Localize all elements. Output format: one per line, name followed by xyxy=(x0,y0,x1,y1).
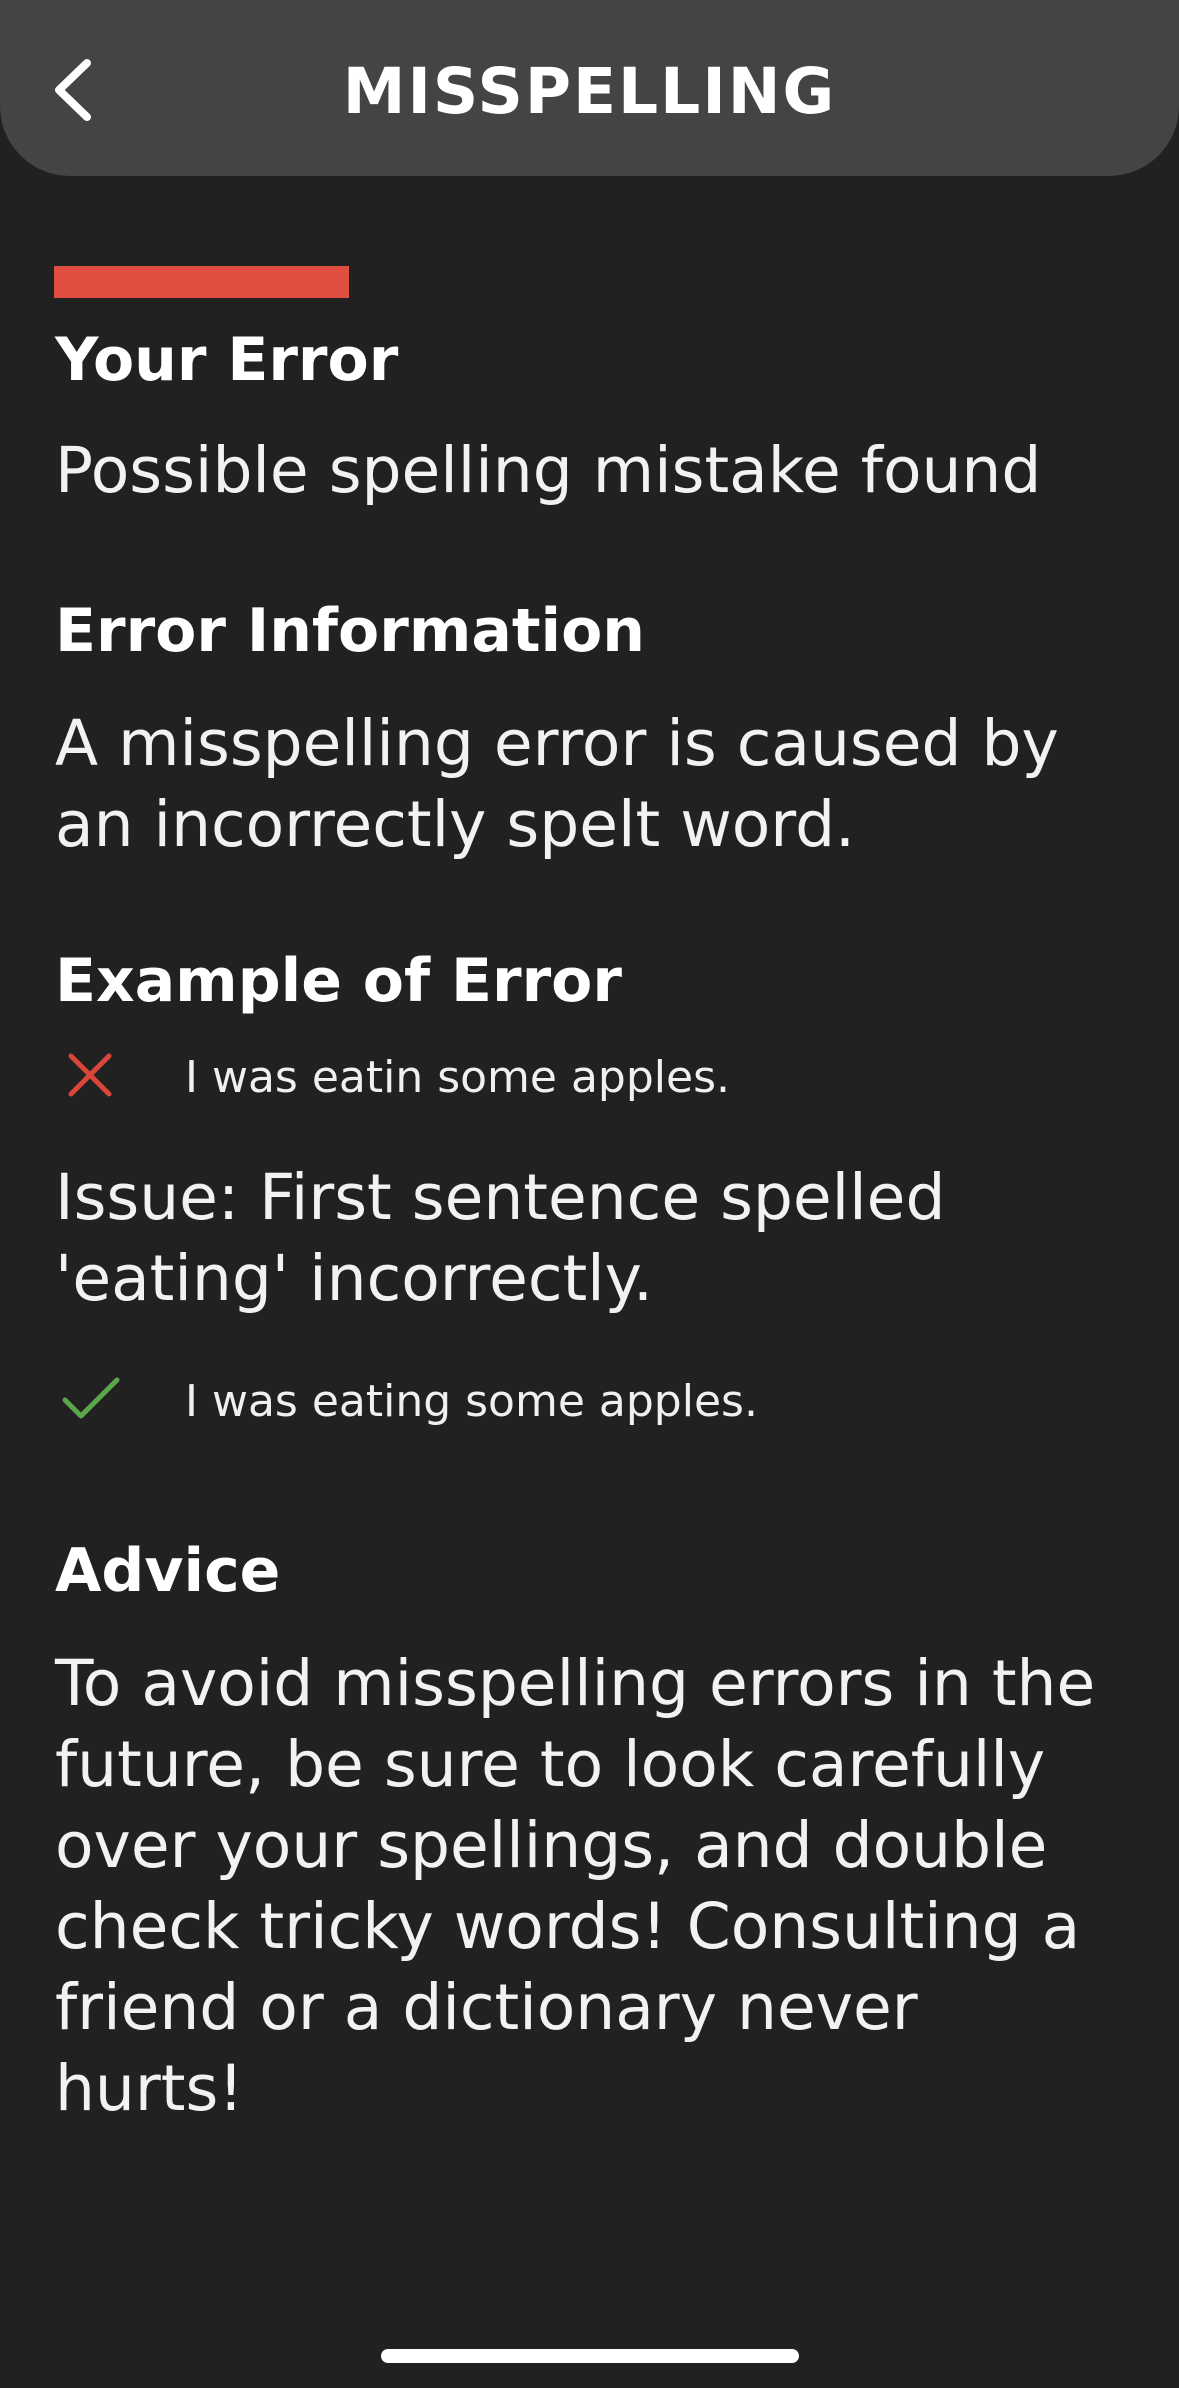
your-error-section: Your Error Possible spelling mistake fou… xyxy=(55,320,1115,511)
right-example-row: I was eating some apples. xyxy=(55,1361,1115,1441)
your-error-heading: Your Error xyxy=(55,325,399,395)
cross-icon xyxy=(67,1052,113,1102)
advice-section: Advice To avoid misspelling errors in th… xyxy=(55,1531,1115,2129)
home-indicator[interactable] xyxy=(381,2349,799,2363)
error-information-text: A misspelling error is caused by an inco… xyxy=(55,707,1059,861)
advice-text: To avoid misspelling errors in the futur… xyxy=(55,1647,1096,2125)
issue-text: Issue: First sentence spelled 'eating' i… xyxy=(55,1161,946,1315)
error-accent-bar xyxy=(54,266,349,298)
example-section: Example of Error I was eatin some apples… xyxy=(55,941,1115,1441)
example-heading: Example of Error xyxy=(55,946,622,1016)
error-information-heading: Error Information xyxy=(55,596,646,666)
header-bar: MISSPELLING xyxy=(0,0,1179,176)
page-title: MISSPELLING xyxy=(342,55,837,128)
wrong-example-row: I was eatin some apples. xyxy=(55,1037,1115,1117)
right-sentence: I was eating some apples. xyxy=(185,1375,758,1427)
advice-heading: Advice xyxy=(55,1536,281,1606)
check-icon xyxy=(61,1376,121,1426)
wrong-sentence: I was eatin some apples. xyxy=(185,1051,730,1103)
error-content: Your Error Possible spelling mistake fou… xyxy=(55,320,1115,2129)
your-error-text: Possible spelling mistake found xyxy=(55,434,1042,507)
error-information-section: Error Information A misspelling error is… xyxy=(55,591,1115,865)
